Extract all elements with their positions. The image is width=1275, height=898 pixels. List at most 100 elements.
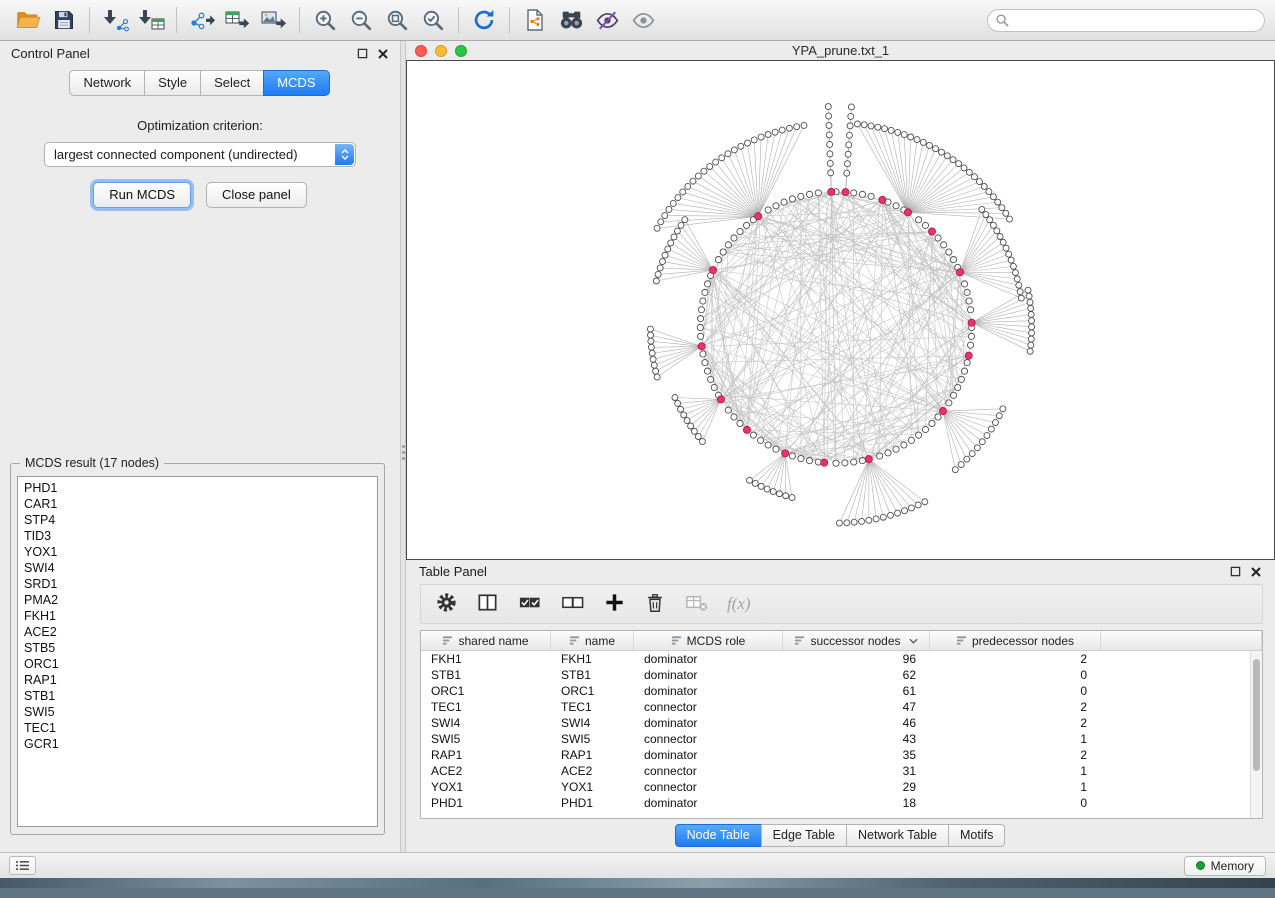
table-row[interactable]: STB1STB1dominator620 — [421, 667, 1262, 683]
delete-column-button[interactable] — [644, 592, 666, 617]
zoom-in-button[interactable] — [307, 4, 343, 36]
control-panel: Control Panel NetworkStyleSelectMCDS Opt… — [0, 41, 400, 852]
deselect-all-button[interactable] — [560, 591, 585, 617]
toolbar-separator — [458, 7, 459, 33]
mcds-result-item[interactable]: YOX1 — [24, 544, 371, 560]
column-header-shared-name[interactable]: shared name — [421, 631, 551, 650]
tab-style[interactable]: Style — [144, 70, 201, 96]
save-session-button[interactable] — [46, 4, 82, 36]
zoom-fit-icon — [385, 8, 410, 33]
add-column-button[interactable] — [603, 591, 626, 617]
tab-motifs[interactable]: Motifs — [948, 824, 1005, 847]
zoom-selected-button[interactable] — [415, 4, 451, 36]
float-panel-icon[interactable] — [357, 48, 368, 59]
criterion-dropdown[interactable]: largest connected component (undirected) — [44, 142, 356, 167]
close-panel-icon[interactable] — [377, 48, 389, 60]
tab-edge-table[interactable]: Edge Table — [761, 824, 847, 847]
cell-successors: 62 — [783, 667, 930, 683]
export-table-button[interactable] — [220, 4, 256, 36]
close-panel-icon[interactable] — [1250, 566, 1262, 578]
mcds-result-item[interactable]: TEC1 — [24, 720, 371, 736]
mcds-result-item[interactable]: SWI5 — [24, 704, 371, 720]
hide-graphics-button[interactable] — [589, 4, 625, 36]
memory-button[interactable]: Memory — [1184, 856, 1266, 876]
select-all-button[interactable] — [517, 591, 542, 617]
tab-network[interactable]: Network — [69, 70, 145, 96]
tab-select[interactable]: Select — [200, 70, 264, 96]
table-row[interactable]: FKH1FKH1dominator962 — [421, 651, 1262, 667]
scrollbar-thumb[interactable] — [1253, 659, 1260, 771]
mcds-buttons-row: Run MCDS Close panel — [0, 182, 400, 208]
import-network-button[interactable] — [97, 4, 133, 36]
zoom-fit-button[interactable] — [379, 4, 415, 36]
tab-network-table[interactable]: Network Table — [846, 824, 949, 847]
mcds-result-item[interactable]: SWI4 — [24, 560, 371, 576]
minimize-window-icon[interactable] — [435, 45, 447, 57]
mcds-result-item[interactable]: STP4 — [24, 512, 371, 528]
mcds-result-item[interactable]: GCR1 — [24, 736, 371, 752]
table-scrollbar[interactable] — [1250, 651, 1262, 818]
cell-role: connector — [634, 763, 783, 779]
zoom-out-button[interactable] — [343, 4, 379, 36]
show-graphics-button[interactable] — [625, 4, 661, 36]
table-row[interactable]: YOX1YOX1connector291 — [421, 779, 1262, 795]
tab-node-table[interactable]: Node Table — [675, 824, 762, 847]
table-row[interactable]: TEC1TEC1connector472 — [421, 699, 1262, 715]
close-window-icon[interactable] — [415, 45, 427, 57]
gear-icon — [435, 591, 458, 614]
refresh-icon — [471, 7, 497, 33]
column-header-predecessor-nodes[interactable]: predecessor nodes — [930, 631, 1101, 650]
export-network-button[interactable] — [184, 4, 220, 36]
search-network-button[interactable] — [553, 4, 589, 36]
table-panel-title: Table Panel — [419, 564, 487, 579]
mcds-result-item[interactable]: FKH1 — [24, 608, 371, 624]
close-panel-button[interactable]: Close panel — [206, 182, 307, 208]
status-menu-button[interactable] — [9, 856, 36, 875]
float-panel-icon[interactable] — [1230, 566, 1241, 577]
table-row[interactable]: SWI5SWI5connector431 — [421, 731, 1262, 747]
network-canvas[interactable] — [406, 60, 1275, 560]
cell-predecessors: 1 — [930, 731, 1101, 747]
status-bar: Memory — [0, 852, 1275, 878]
mcds-result-item[interactable]: PHD1 — [24, 480, 371, 496]
cell-successors: 35 — [783, 747, 930, 763]
export-image-button[interactable] — [256, 4, 292, 36]
refresh-button[interactable] — [466, 4, 502, 36]
binoculars-icon — [558, 8, 585, 33]
mcds-result-item[interactable]: STB5 — [24, 640, 371, 656]
mcds-result-list[interactable]: PHD1CAR1STP4TID3YOX1SWI4SRD1PMA2FKH1ACE2… — [17, 476, 378, 827]
show-columns-button[interactable] — [476, 591, 499, 617]
tab-mcds[interactable]: MCDS — [263, 70, 329, 96]
column-header-MCDS-role[interactable]: MCDS role — [634, 631, 783, 650]
mcds-result-item[interactable]: ORC1 — [24, 656, 371, 672]
delete-table-button[interactable] — [684, 591, 709, 617]
table-row[interactable]: ACE2ACE2connector311 — [421, 763, 1262, 779]
table-settings-button[interactable] — [435, 591, 458, 617]
table-row[interactable]: SWI4SWI4dominator462 — [421, 715, 1262, 731]
control-panel-buttons — [357, 48, 389, 60]
mcds-result-item[interactable]: RAP1 — [24, 672, 371, 688]
import-table-button[interactable] — [133, 4, 169, 36]
open-file-button[interactable] — [10, 4, 46, 36]
mcds-result-item[interactable]: CAR1 — [24, 496, 371, 512]
search-input[interactable] — [987, 9, 1265, 32]
mcds-result-item[interactable]: TID3 — [24, 528, 371, 544]
export-document-button[interactable] — [517, 4, 553, 36]
function-builder-button[interactable]: f(x) — [727, 594, 751, 614]
table-row[interactable]: RAP1RAP1dominator352 — [421, 747, 1262, 763]
desktop-background — [0, 878, 1275, 888]
mcds-result-item[interactable]: PMA2 — [24, 592, 371, 608]
mcds-result-item[interactable]: STB1 — [24, 688, 371, 704]
cell-successors: 61 — [783, 683, 930, 699]
column-header-name[interactable]: name — [551, 631, 634, 650]
maximize-window-icon[interactable] — [455, 45, 467, 57]
column-header-successor-nodes[interactable]: successor nodes — [783, 631, 930, 650]
mcds-result-item[interactable]: ACE2 — [24, 624, 371, 640]
export-table-icon — [224, 8, 252, 32]
cell-name: FKH1 — [551, 651, 634, 667]
cell-name: ACE2 — [551, 763, 634, 779]
run-mcds-button[interactable]: Run MCDS — [93, 182, 191, 208]
mcds-result-item[interactable]: SRD1 — [24, 576, 371, 592]
table-row[interactable]: ORC1ORC1dominator610 — [421, 683, 1262, 699]
table-row[interactable]: PHD1PHD1dominator180 — [421, 795, 1262, 811]
